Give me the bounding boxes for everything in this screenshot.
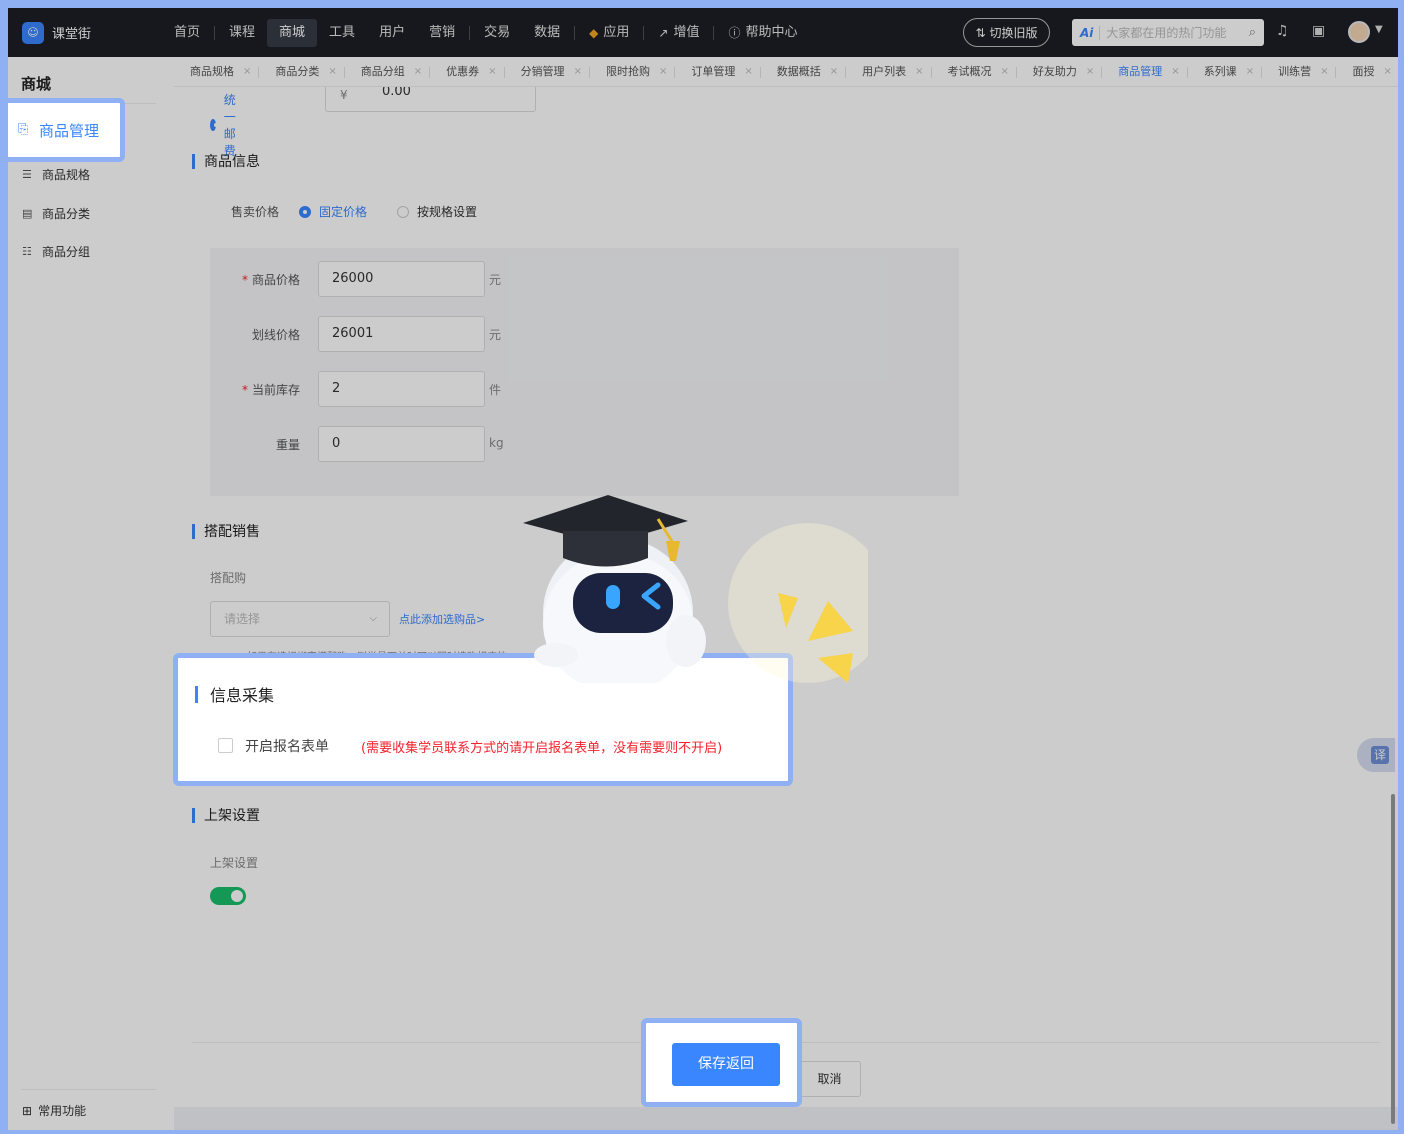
signup-form-note: (需要收集学员联系方式的请开启报名表单，没有需要则不开启) [361,741,723,756]
save-highlight: 保存返回 [641,1018,802,1107]
info-collect-title: 信息采集 [195,682,274,706]
product-icon: ⎘ [18,122,29,137]
signup-form-label[interactable]: 开启报名表单 [245,736,329,756]
app-frame: ☺ 课堂街 首页 课程 商城 工具 用户 营销 交易 数据 ◆ 应用 ↗ 增值 ⓘ 帮… [8,8,1398,1130]
robot-mascot-icon [523,495,868,683]
sidebar-item-product-manage[interactable]: ⎘ 商品管理 [8,98,125,162]
save-return-button[interactable]: 保存返回 [672,1043,780,1086]
signup-form-checkbox[interactable] [218,738,233,753]
